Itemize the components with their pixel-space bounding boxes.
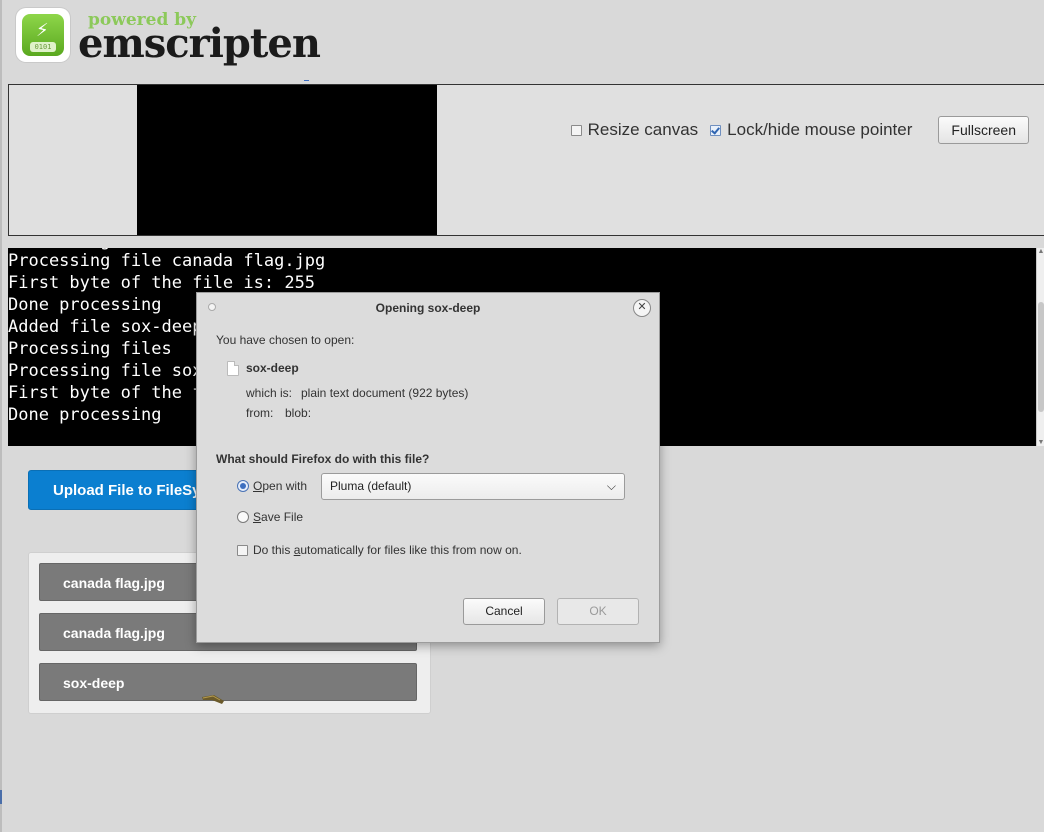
open-with-radio[interactable] bbox=[237, 480, 249, 492]
auto-action-checkbox[interactable] bbox=[237, 545, 248, 556]
emscripten-logo: ⚡ 0101 powered by emscripten bbox=[16, 8, 321, 72]
logo-wordmark: emscripten bbox=[78, 20, 321, 67]
canvas-container: Resize canvas Lock/hide mouse pointer Fu… bbox=[8, 84, 1044, 236]
application-select[interactable]: Pluma (default) ⌵ bbox=[321, 473, 625, 500]
scrollbar-thumb[interactable] bbox=[1038, 302, 1044, 412]
open-with-label-rest: pen with bbox=[262, 479, 308, 493]
from-value: blob: bbox=[285, 406, 312, 420]
dialog-file-name: sox-deep bbox=[246, 361, 299, 375]
opening-file-dialog: Opening sox-deep ✕ You have chosen to op… bbox=[196, 292, 660, 643]
console-line: Processing file canada flag.jpg bbox=[8, 251, 326, 271]
lock-pointer-option[interactable]: Lock/hide mouse pointer bbox=[710, 120, 912, 140]
left-window-edge bbox=[0, 0, 2, 832]
from-label: from: bbox=[246, 406, 274, 420]
resize-canvas-option[interactable]: Resize canvas bbox=[570, 120, 699, 140]
logo-badge-icon: ⚡ 0101 bbox=[16, 8, 70, 62]
auto-action-rest: utomatically for files like this from no… bbox=[300, 543, 522, 557]
console-line: First byte of the file is: 255 bbox=[8, 273, 316, 293]
open-with-label[interactable]: Open with bbox=[253, 479, 307, 493]
scroll-down-arrow-icon[interactable]: ▼ bbox=[1037, 439, 1044, 446]
which-is-label: which is: bbox=[246, 386, 293, 400]
lock-pointer-checkbox[interactable] bbox=[710, 124, 722, 136]
dialog-title: Opening sox-deep bbox=[375, 301, 481, 315]
edge-marker bbox=[0, 790, 2, 804]
application-select-value: Pluma (default) bbox=[330, 479, 412, 493]
save-file-label[interactable]: Save File bbox=[253, 510, 303, 524]
dialog-titlebar[interactable]: Opening sox-deep ✕ bbox=[197, 293, 659, 323]
auto-action-prefix: Do this bbox=[253, 543, 294, 557]
dialog-question: What should Firefox do with this file? bbox=[216, 452, 430, 466]
emscripten-canvas[interactable] bbox=[137, 85, 437, 235]
dialog-intro: You have chosen to open: bbox=[216, 333, 355, 347]
cancel-button[interactable]: Cancel bbox=[463, 598, 545, 625]
focus-marker bbox=[304, 80, 309, 81]
busy-cursor-icon bbox=[202, 695, 224, 704]
auto-action-label[interactable]: Do this automatically for files like thi… bbox=[253, 543, 522, 557]
logo-chip: 0101 bbox=[30, 42, 56, 52]
which-is-value: plain text document (922 bytes) bbox=[301, 386, 469, 400]
save-file-radio[interactable] bbox=[237, 511, 249, 523]
resize-canvas-checkbox[interactable] bbox=[570, 124, 582, 136]
close-icon[interactable]: ✕ bbox=[633, 299, 651, 317]
save-file-label-rest: ave File bbox=[261, 510, 304, 524]
lock-pointer-label: Lock/hide mouse pointer bbox=[727, 120, 913, 139]
ok-button[interactable]: OK bbox=[557, 598, 639, 625]
text-document-icon bbox=[227, 361, 239, 376]
canvas-controls: Resize canvas Lock/hide mouse pointer Fu… bbox=[570, 115, 1029, 145]
open-with-mnemonic: O bbox=[253, 479, 263, 493]
fullscreen-button[interactable]: Fullscreen bbox=[938, 116, 1029, 144]
lightning-bolt-icon: ⚡ bbox=[36, 20, 49, 40]
save-file-mnemonic: S bbox=[253, 510, 262, 524]
scroll-up-arrow-icon[interactable]: ▲ bbox=[1037, 248, 1044, 255]
file-item[interactable]: sox-deep bbox=[39, 663, 417, 701]
console-scrollbar[interactable]: ▲ ▼ bbox=[1036, 248, 1044, 446]
chevron-down-icon: ⌵ bbox=[606, 479, 616, 493]
resize-canvas-label: Resize canvas bbox=[587, 120, 699, 139]
